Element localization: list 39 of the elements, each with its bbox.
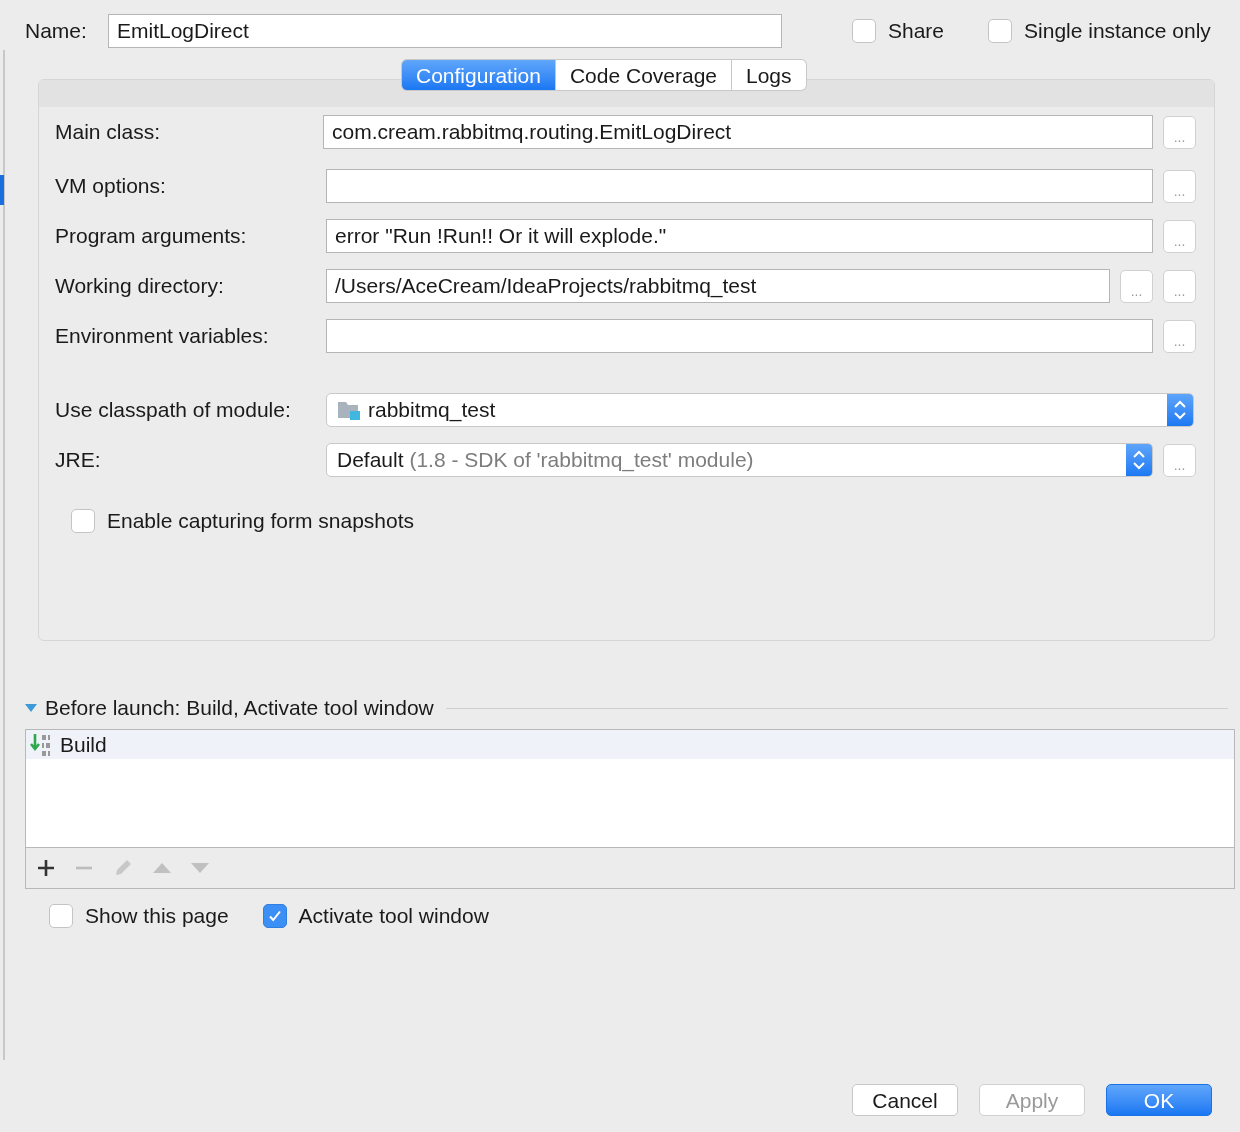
stepper-icon xyxy=(1126,444,1152,476)
input-field[interactable] xyxy=(326,169,1153,203)
before-launch-title: Before launch: Build, Activate tool window xyxy=(45,695,434,722)
checkbox[interactable] xyxy=(852,19,876,43)
input-field[interactable] xyxy=(326,319,1153,353)
checkbox-label: Show this page xyxy=(85,903,229,930)
checkbox[interactable] xyxy=(71,508,95,533)
checkbox-label: Activate tool window xyxy=(298,903,489,930)
field-label: Program arguments: xyxy=(55,223,248,250)
option-label: Single instance only xyxy=(1024,18,1211,45)
add-icon[interactable] xyxy=(36,858,56,878)
checkbox[interactable] xyxy=(49,904,73,928)
input-field[interactable]: error "Run !Run!! Or it will explode." xyxy=(326,219,1153,253)
dropdown[interactable]: Default (1.8 - SDK of 'rabbitmq_test' module) xyxy=(326,443,1153,477)
checkbox[interactable] xyxy=(262,904,287,928)
task-row[interactable]: Build xyxy=(26,730,1234,759)
field-label: Environment variables: xyxy=(55,323,270,350)
folder-icon xyxy=(337,400,361,420)
field-label: Working directory: xyxy=(55,273,225,300)
field-label: Main class: xyxy=(55,119,162,146)
name-label: Name: xyxy=(25,18,88,45)
field-label: JRE: xyxy=(55,447,102,474)
dialog-button[interactable]: Cancel xyxy=(852,1084,958,1116)
name-field[interactable]: EmitLogDirect xyxy=(108,14,782,48)
move-up-icon[interactable] xyxy=(152,862,172,874)
option-label: Share xyxy=(888,18,945,45)
input-field[interactable]: com.cream.rabbitmq.routing.EmitLogDirect xyxy=(323,115,1153,149)
dropdown[interactable]: rabbitmq_test xyxy=(326,393,1194,427)
tab[interactable]: Logs xyxy=(732,59,807,91)
stepper-icon xyxy=(1167,394,1193,426)
field-label: VM options: xyxy=(55,173,167,200)
move-down-icon[interactable] xyxy=(190,862,210,874)
input-field[interactable]: /Users/AceCream/IdeaProjects/rabbitmq_test xyxy=(326,269,1110,303)
collapse-triangle-icon[interactable] xyxy=(25,702,37,714)
selection-marker xyxy=(0,175,4,205)
tab[interactable]: Code Coverage xyxy=(555,59,732,91)
checkbox[interactable] xyxy=(988,19,1013,43)
checkbox-label: Enable capturing form snapshots xyxy=(107,508,414,534)
field-label: Use classpath of module: xyxy=(55,397,292,424)
